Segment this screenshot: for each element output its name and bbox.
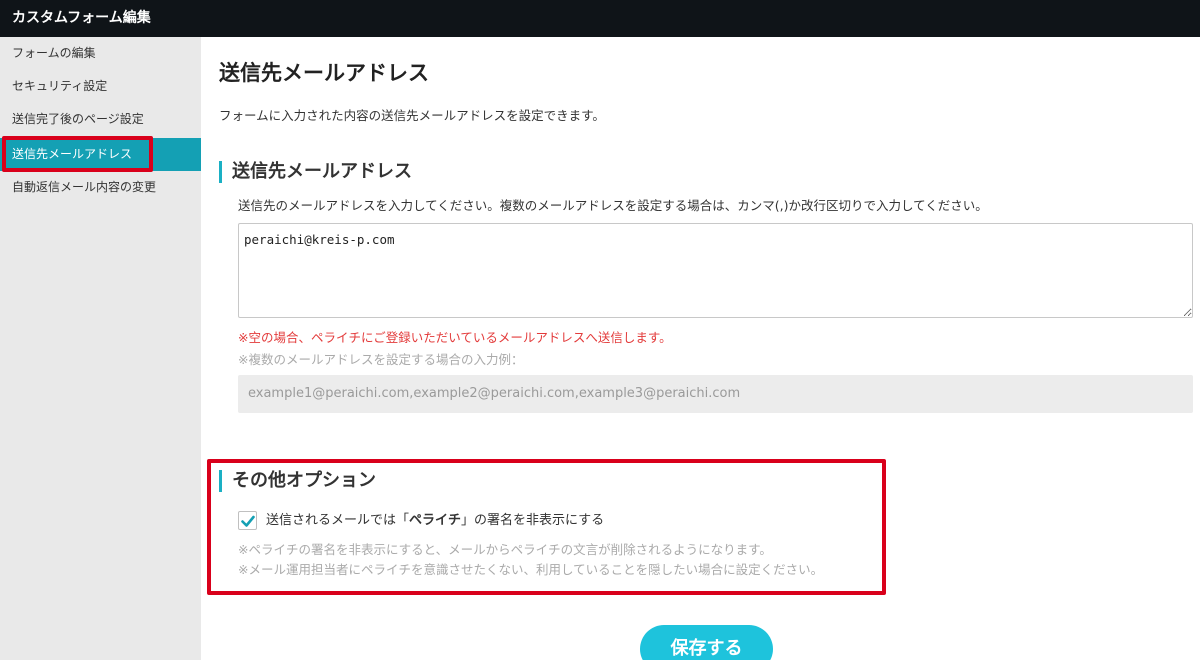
save-button[interactable]: 保存する: [640, 625, 773, 660]
sidebar-item-auto-reply[interactable]: 自動返信メール内容の変更: [0, 171, 201, 204]
hide-signature-checkbox[interactable]: [238, 511, 257, 530]
options-section-heading: その他オプション: [219, 470, 376, 492]
sidebar: フォームの編集 セキュリティ設定 送信完了後のページ設定 送信先メールアドレス …: [0, 37, 201, 660]
page-description: フォームに入力された内容の送信先メールアドレスを設定できます。: [219, 108, 605, 123]
signature-note-1: ※ペライチの署名を非表示にすると、メールからペライチの文言が削除されるようになり…: [238, 542, 772, 557]
app-title: カスタムフォーム編集: [12, 10, 151, 26]
label-text-brand: ペライチ: [409, 513, 462, 528]
hide-signature-label[interactable]: 送信されるメールでは「ペライチ」の署名を非表示にする: [266, 512, 604, 530]
empty-warning-text: ※空の場合、ペライチにご登録いただいているメールアドレスへ送信します。: [238, 330, 672, 345]
email-input-hint: 送信先のメールアドレスを入力してください。複数のメールアドレスを設定する場合は、…: [238, 198, 988, 213]
sidebar-item-recipient-email[interactable]: 送信先メールアドレス: [0, 138, 201, 171]
signature-note-2: ※メール運用担当者にペライチを意識させたくない、利用していることを隠したい場合に…: [238, 562, 824, 577]
sidebar-item-security[interactable]: セキュリティ設定: [0, 70, 201, 103]
label-text-before: 送信されるメールでは「: [266, 513, 410, 528]
email-section-heading: 送信先メールアドレス: [219, 161, 412, 183]
page-title: 送信先メールアドレス: [219, 61, 429, 85]
main-content: 送信先メールアドレス フォームに入力された内容の送信先メールアドレスを設定できま…: [201, 37, 1200, 660]
sidebar-item-thanks-page[interactable]: 送信完了後のページ設定: [0, 103, 201, 136]
sidebar-item-form-edit[interactable]: フォームの編集: [0, 37, 201, 70]
label-text-after: 」の署名を非表示にする: [461, 513, 605, 528]
checkmark-icon: [241, 515, 255, 527]
top-bar: カスタムフォーム編集: [0, 0, 1200, 37]
example-label: ※複数のメールアドレスを設定する場合の入力例：: [238, 352, 524, 367]
example-value-box: example1@peraichi.com,example2@peraichi.…: [238, 375, 1193, 413]
recipient-email-textarea[interactable]: peraichi@kreis-p.com: [238, 223, 1193, 318]
